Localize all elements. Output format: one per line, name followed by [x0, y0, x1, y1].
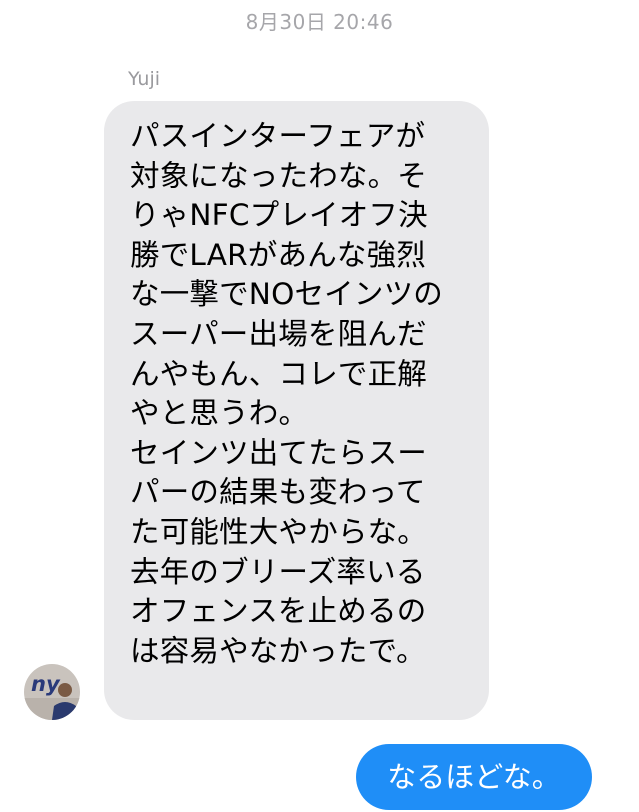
message-timestamp: 8月30日 20:46	[245, 10, 394, 34]
sender-avatar[interactable]: ny	[24, 664, 80, 720]
message-line: パスインターフェアが	[130, 119, 426, 153]
message-line: んやもん、コレで正解	[130, 356, 428, 391]
message-line: 勝でLARがあんな強烈	[130, 237, 426, 272]
svg-text:ny: ny	[31, 672, 61, 696]
message-line: な一撃でNOセインツの	[130, 277, 443, 312]
message-line: やと思うわ。	[130, 396, 309, 431]
message-line: オフェンスを止めるの	[130, 594, 427, 629]
message-line: パーの結果も変わって	[130, 475, 426, 510]
ny-giants-logo-avatar-icon: ny	[24, 664, 80, 720]
message-line: 去年のブリーズ率いる	[130, 554, 426, 589]
message-line: 対象になったわな。そ	[130, 158, 428, 193]
message-line: た可能性大やからな。	[130, 514, 428, 549]
message-line: りゃNFCプレイオフ決	[130, 198, 428, 233]
message-line: セインツ出てたらスー	[130, 435, 428, 470]
message-line: スーパー出場を阻んだ	[130, 316, 427, 351]
sender-name: Yuji	[128, 68, 161, 90]
incoming-message-bubble[interactable]: パスインターフェアが 対象になったわな。そ りゃNFCプレイオフ決 勝でLARが…	[104, 101, 489, 720]
outgoing-message-bubble[interactable]: なるほどな。	[356, 744, 592, 810]
message-line: は容易やなかったで。	[130, 633, 426, 668]
